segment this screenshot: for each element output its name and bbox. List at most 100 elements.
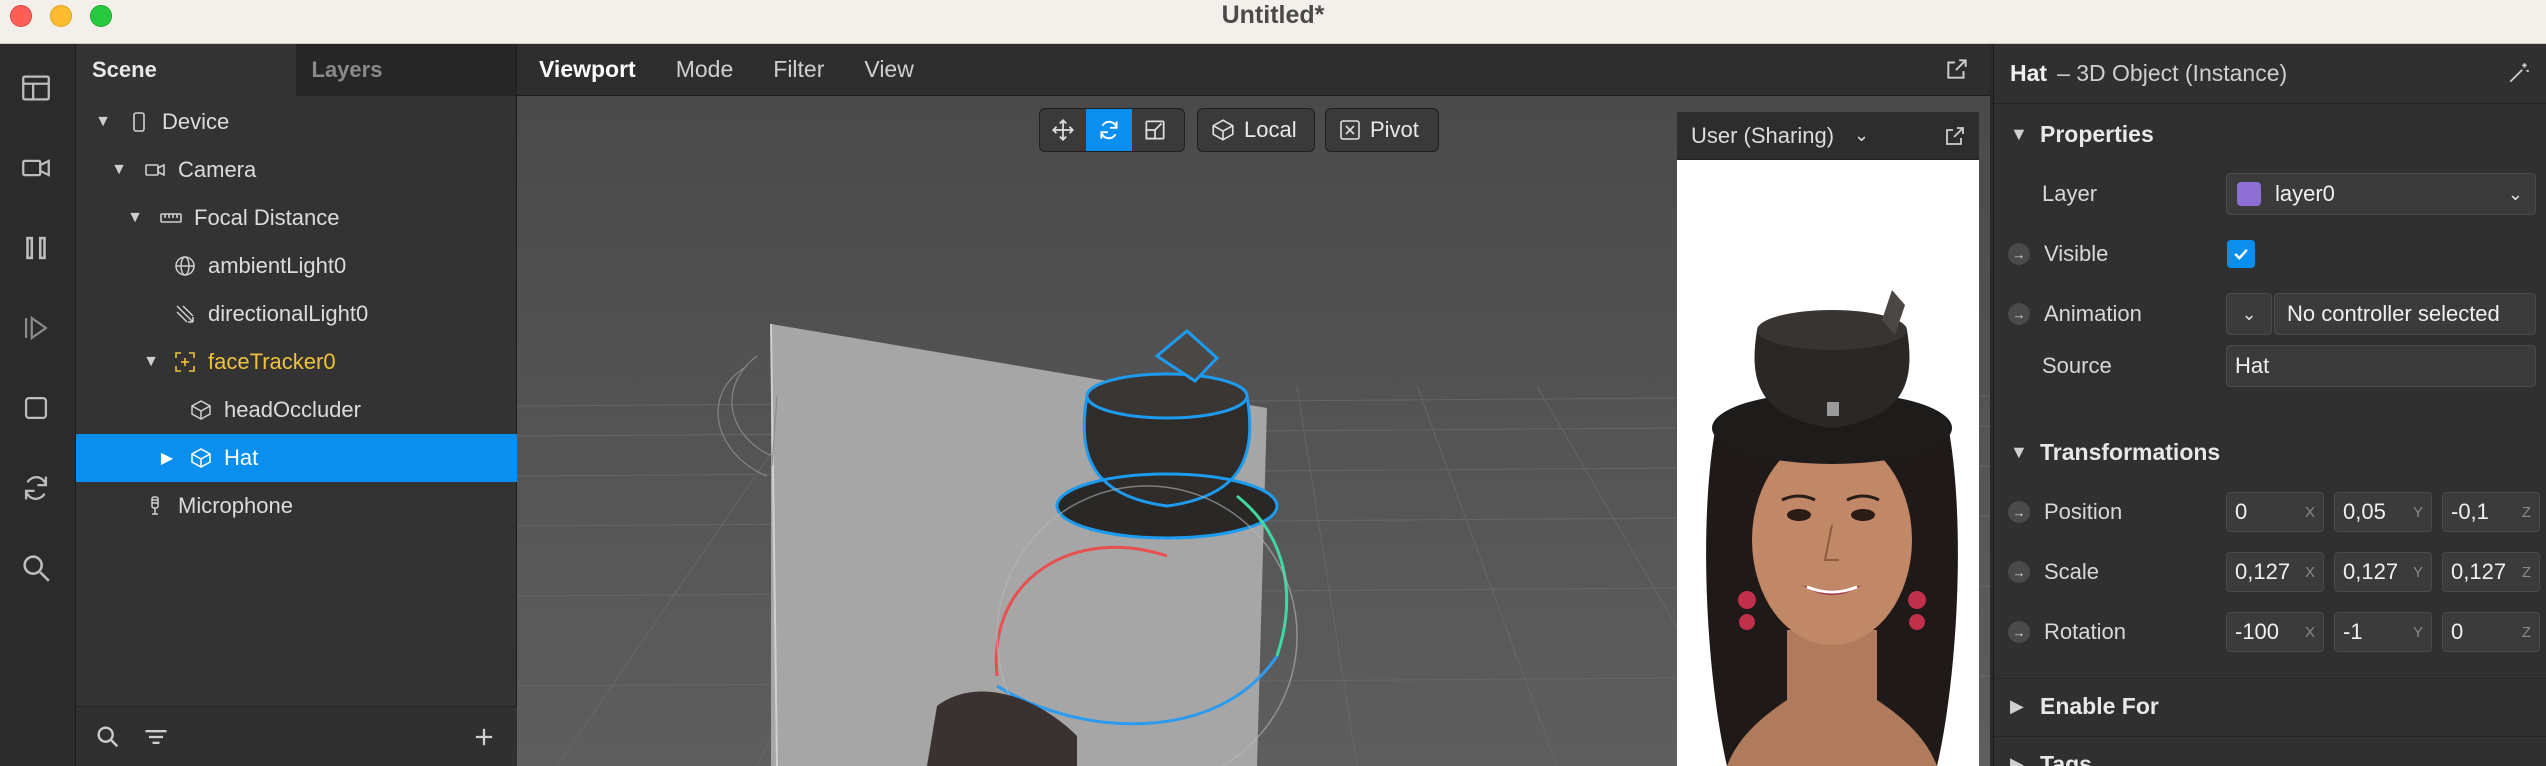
move-tool-button[interactable] bbox=[1040, 109, 1086, 151]
link-icon[interactable]: → bbox=[2008, 303, 2030, 325]
tree-item-device[interactable]: ▼ Device bbox=[76, 98, 517, 146]
tab-scene[interactable]: Scene bbox=[76, 44, 296, 96]
pivot-toggle-button[interactable]: Pivot bbox=[1325, 108, 1439, 152]
tree-item-label: Focal Distance bbox=[194, 205, 340, 230]
simulator-panel: User (Sharing) ⌄ bbox=[1677, 112, 1979, 766]
pop-out-icon[interactable] bbox=[1943, 124, 1967, 148]
tree-item-label: ambientLight0 bbox=[208, 253, 347, 278]
chevron-down-icon[interactable]: ⌄ bbox=[1854, 125, 1869, 146]
stop-icon[interactable] bbox=[14, 386, 58, 430]
layer-label: Layer bbox=[2042, 181, 2098, 206]
transformations-section-header[interactable]: ▼ Transformations bbox=[1994, 424, 2546, 480]
tree-item-focal-distance[interactable]: ▼ Focal Distance bbox=[76, 194, 517, 242]
enable-for-section-header[interactable]: ▶ Enable For bbox=[1994, 678, 2546, 734]
link-icon[interactable]: → bbox=[2008, 501, 2030, 523]
rotation-z-field[interactable]: 0Z bbox=[2442, 612, 2540, 652]
link-icon[interactable]: → bbox=[2008, 561, 2030, 583]
position-z-value: -0,1 bbox=[2451, 499, 2489, 524]
layer-color-swatch bbox=[2237, 182, 2261, 206]
axis-label: Z bbox=[2521, 503, 2531, 521]
link-icon[interactable]: → bbox=[2008, 243, 2030, 265]
animation-controller-field[interactable]: No controller selected bbox=[2274, 293, 2536, 335]
add-icon[interactable] bbox=[470, 723, 498, 751]
scale-row: → Scale 0,127 X 0,127 Y 0,127 Z bbox=[1994, 544, 2546, 600]
tree-item-directional-light[interactable]: directionalLight0 bbox=[76, 290, 517, 338]
video-camera-icon[interactable] bbox=[14, 146, 58, 190]
ruler-icon bbox=[158, 205, 184, 231]
layer-row: Layer layer0 ⌄ bbox=[1994, 166, 2546, 222]
tree-item-hat[interactable]: ▶ Hat bbox=[76, 434, 517, 482]
menu-mode[interactable]: Mode bbox=[676, 56, 734, 83]
scale-tool-button[interactable] bbox=[1132, 109, 1178, 151]
expand-arrow-icon[interactable]: ▼ bbox=[110, 161, 128, 179]
axis-label: X bbox=[2304, 563, 2315, 581]
animation-label: Animation bbox=[2044, 301, 2142, 326]
tree-item-label: headOccluder bbox=[224, 397, 361, 422]
menu-viewport[interactable]: Viewport bbox=[539, 56, 636, 83]
properties-section-header[interactable]: ▼ Properties bbox=[1994, 106, 2546, 162]
move-icon bbox=[1052, 119, 1074, 141]
rotation-x-field[interactable]: -100 X bbox=[2226, 612, 2324, 652]
simulator-device-select[interactable]: User (Sharing) bbox=[1691, 123, 1834, 149]
scale-y-field[interactable]: 0,127 Y bbox=[2334, 552, 2432, 592]
scale-x-value: 0,127 bbox=[2235, 559, 2291, 584]
tree-item-face-tracker[interactable]: ▼ faceTracker0 bbox=[76, 338, 517, 386]
play-step-icon[interactable] bbox=[14, 306, 58, 350]
rotation-row: → Rotation -100 X -1 Y 0Z bbox=[1994, 604, 2546, 660]
axis-label: Z bbox=[2521, 563, 2531, 581]
layer-value: layer0 bbox=[2275, 181, 2335, 206]
cube-icon bbox=[188, 445, 214, 471]
search-icon[interactable] bbox=[94, 723, 122, 751]
animation-dropdown-button[interactable]: ⌄ bbox=[2226, 293, 2272, 335]
tree-item-ambient-light[interactable]: ambientLight0 bbox=[76, 242, 517, 290]
scale-z-field[interactable]: 0,127 Z bbox=[2442, 552, 2540, 592]
tree-item-label: Microphone bbox=[178, 493, 293, 518]
filter-icon[interactable] bbox=[142, 723, 170, 751]
position-y-value: 0,05 bbox=[2343, 499, 2386, 524]
tab-layers[interactable]: Layers bbox=[295, 44, 516, 96]
pause-icon[interactable] bbox=[14, 226, 58, 270]
menu-filter[interactable]: Filter bbox=[773, 56, 824, 83]
position-x-field[interactable]: 0X bbox=[2226, 492, 2324, 532]
rotation-y-field[interactable]: -1 Y bbox=[2334, 612, 2432, 652]
expand-arrow-icon: ▶ bbox=[2010, 754, 2024, 766]
animation-row: → Animation ⌄ No controller selected bbox=[1994, 286, 2546, 342]
globe-light-icon bbox=[172, 253, 198, 279]
visible-checkbox[interactable] bbox=[2227, 240, 2255, 268]
magic-wand-icon[interactable] bbox=[2506, 60, 2532, 86]
tree-item-head-occluder[interactable]: headOccluder bbox=[76, 386, 517, 434]
simulator-preview[interactable] bbox=[1677, 160, 1979, 766]
collapse-arrow-icon[interactable]: ▶ bbox=[158, 448, 176, 468]
expand-arrow-icon[interactable]: ▼ bbox=[142, 353, 160, 371]
microphone-icon bbox=[142, 493, 168, 519]
expand-arrow-icon[interactable]: ▼ bbox=[126, 209, 144, 227]
rotation-x-value: -100 bbox=[2235, 619, 2280, 644]
position-y-field[interactable]: 0,05 Y bbox=[2334, 492, 2432, 532]
viewport-panel: Viewport Mode Filter View Local Pivot Us… bbox=[517, 44, 1990, 766]
pop-out-icon[interactable] bbox=[1944, 56, 1970, 82]
tags-section-header[interactable]: ▶ Tags bbox=[1994, 736, 2546, 766]
expand-arrow-icon[interactable]: ▼ bbox=[94, 113, 112, 131]
tree-item-label: Device bbox=[162, 109, 230, 134]
collapse-arrow-icon: ▼ bbox=[2010, 123, 2028, 144]
search-icon[interactable] bbox=[14, 546, 58, 590]
tree-item-microphone[interactable]: Microphone bbox=[76, 482, 517, 530]
local-toggle-button[interactable]: Local bbox=[1197, 108, 1315, 152]
position-z-field[interactable]: -0,1 Z bbox=[2442, 492, 2540, 532]
object-type: – 3D Object (Instance) bbox=[2057, 60, 2288, 86]
viewport-menu-bar: Viewport Mode Filter View bbox=[517, 44, 1990, 96]
tree-item-camera[interactable]: ▼ Camera bbox=[76, 146, 517, 194]
source-field[interactable]: Hat bbox=[2226, 345, 2536, 387]
scale-x-field[interactable]: 0,127 X bbox=[2226, 552, 2324, 592]
tree-item-label: directionalLight0 bbox=[208, 301, 369, 326]
refresh-icon[interactable] bbox=[14, 466, 58, 510]
pivot-icon bbox=[1340, 120, 1360, 140]
layout-icon[interactable] bbox=[14, 66, 58, 110]
scene-panel-footer bbox=[76, 706, 517, 766]
link-icon[interactable]: → bbox=[2008, 621, 2030, 643]
rotate-tool-button[interactable] bbox=[1086, 109, 1132, 151]
menu-view[interactable]: View bbox=[864, 56, 913, 83]
tree-item-label: Camera bbox=[178, 157, 257, 182]
position-x-value: 0 bbox=[2235, 499, 2248, 524]
layer-select[interactable]: layer0 ⌄ bbox=[2226, 173, 2536, 215]
